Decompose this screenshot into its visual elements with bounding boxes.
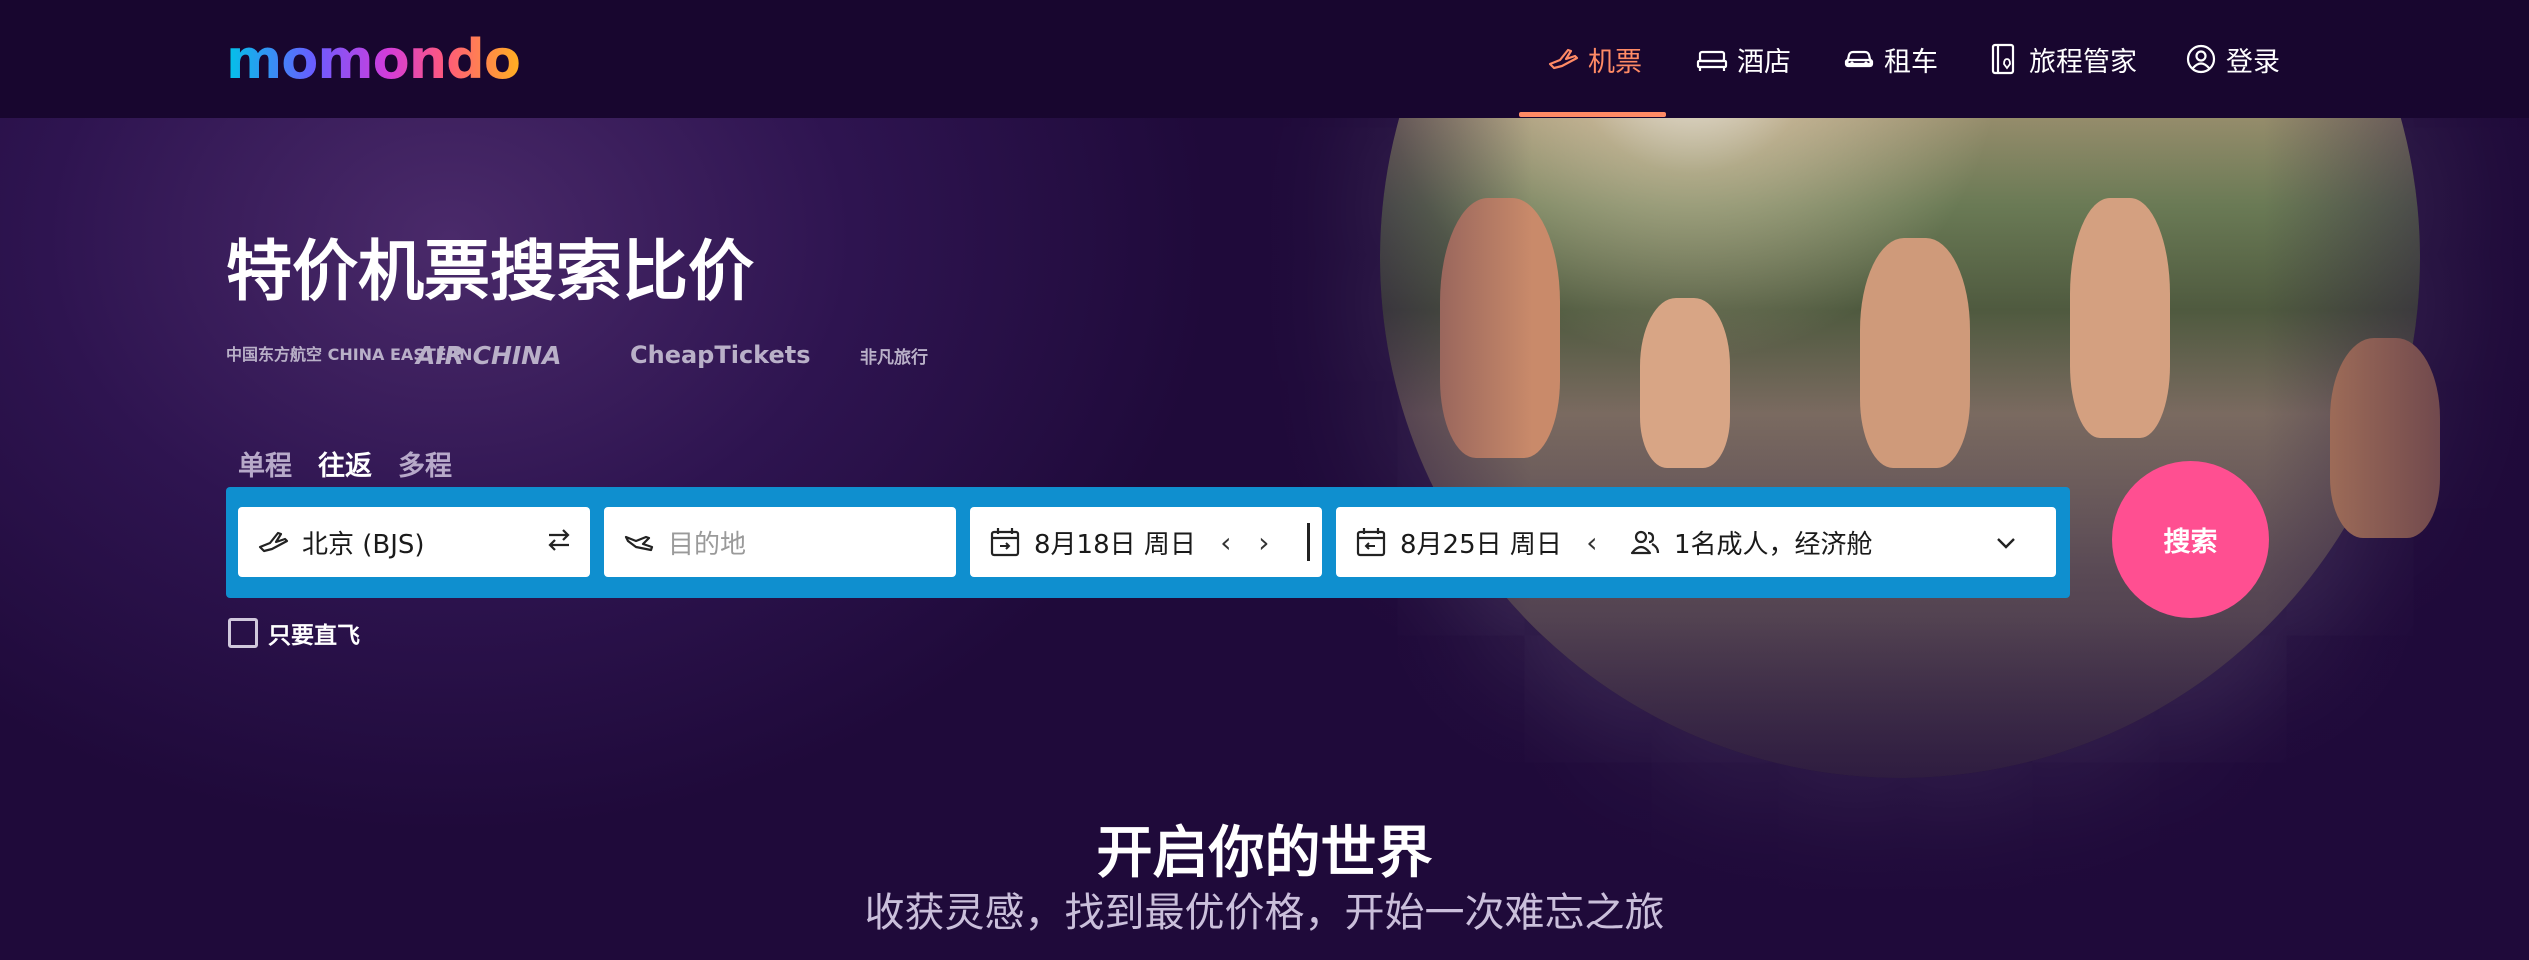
depart-date-field[interactable]: 8月18日 周日 ‹ › [970, 507, 1322, 577]
tab-multi-city[interactable]: 多程 [398, 444, 452, 483]
car-icon [1844, 50, 1874, 68]
plane-icon [1548, 48, 1579, 70]
nav-cars-label: 租车 [1884, 46, 1938, 78]
tab-one-way[interactable]: 单程 [238, 444, 292, 483]
origin-field[interactable]: 北京 (BJS) [238, 507, 590, 577]
partner-logo-cheaptickets: CheapTickets [630, 341, 811, 369]
chevron-right-icon[interactable]: › [1252, 526, 1276, 559]
bed-icon [1696, 50, 1728, 71]
trips-icon [1991, 43, 2015, 75]
return-date-value: 8月25日 周日 [1400, 529, 1562, 560]
chevron-left-icon[interactable]: ‹ [1214, 526, 1238, 559]
flight-search-bar: 北京 (BJS) 目的地 8月18日 周日 ‹ › 8月25日 周日 ‹ 1名成… [226, 487, 2070, 598]
nav-trips[interactable]: 旅程管家 [1987, 0, 2137, 118]
origin-value: 北京 (BJS) [302, 529, 425, 560]
destination-placeholder: 目的地 [668, 529, 747, 560]
landing-icon [624, 535, 654, 552]
swap-icon[interactable] [544, 525, 574, 555]
nav-flights[interactable]: 机票 [1546, 0, 1642, 118]
promo-title: 开启你的世界 [1096, 821, 1433, 886]
takeoff-icon [258, 531, 289, 553]
return-date-stepper: ‹ [1580, 526, 1604, 559]
destination-field[interactable]: 目的地 [604, 507, 956, 577]
direct-only-label: 只要直飞 [268, 623, 360, 649]
partner-logo-china-eastern: 中国东方航空 CHINA EASTERN [226, 345, 473, 364]
calendar-icon [990, 528, 1020, 557]
search-button[interactable]: 搜索 [2112, 461, 2269, 618]
nav-login-label: 登录 [2226, 46, 2280, 78]
nav-login[interactable]: 登录 [2184, 0, 2280, 118]
calendar-icon [1356, 528, 1386, 557]
tab-round-trip[interactable]: 往返 [318, 444, 372, 483]
promo-subtitle: 收获灵感，找到最优价格，开始一次难忘之旅 [864, 890, 1665, 936]
chevron-down-icon [1997, 538, 2015, 549]
nav-cars[interactable]: 租车 [1842, 0, 1938, 118]
nav-trips-label: 旅程管家 [2029, 46, 2137, 78]
user-icon [2186, 44, 2216, 74]
nav-flights-label: 机票 [1588, 46, 1642, 78]
momondo-logo[interactable]: momondo [226, 30, 521, 90]
nav-hotels-label: 酒店 [1737, 46, 1791, 78]
direct-only-option[interactable]: 只要直飞 [228, 616, 360, 650]
partner-logo-feifan: 非凡旅行 [860, 347, 928, 368]
travellers-field[interactable]: 1名成人，经济舱 [1610, 507, 2056, 577]
date-divider [1307, 523, 1310, 561]
direct-only-checkbox[interactable] [228, 618, 258, 648]
partner-logo-air-china: AIR CHINA [416, 340, 562, 370]
chevron-left-icon[interactable]: ‹ [1580, 526, 1604, 559]
travellers-value: 1名成人，经济舱 [1674, 529, 1873, 560]
travellers-icon [1630, 530, 1660, 555]
hero-headline: 特价机票搜索比价 [226, 233, 754, 310]
nav-hotels[interactable]: 酒店 [1695, 0, 1791, 118]
top-header: momondo 机票 酒店 租车 旅程管家 登录 [0, 0, 2529, 118]
nav-active-indicator [1519, 112, 1666, 117]
depart-date-stepper: ‹ › [1214, 526, 1276, 559]
depart-date-value: 8月18日 周日 [1034, 529, 1196, 560]
